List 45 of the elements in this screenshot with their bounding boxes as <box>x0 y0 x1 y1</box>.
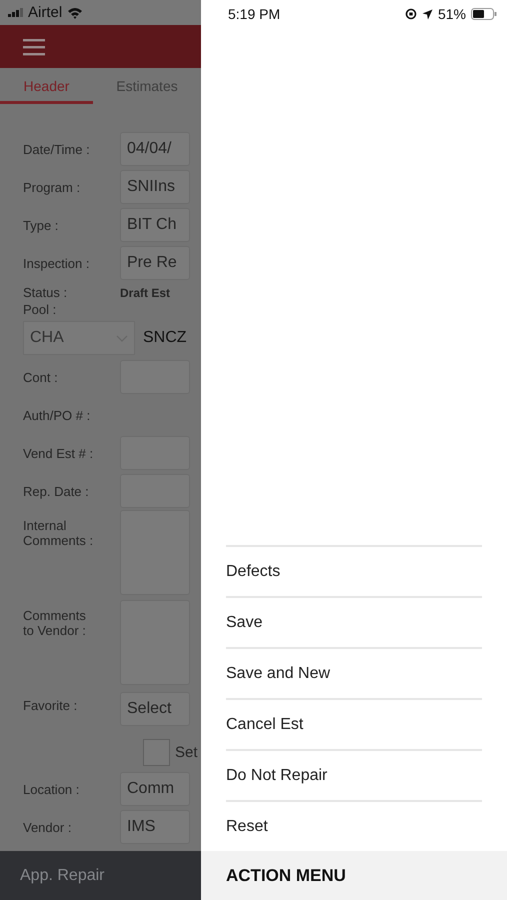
bottom-bar-title: App. Repair <box>20 866 104 884</box>
field-label: Rep. Date : <box>22 484 90 498</box>
favorite-dropdown[interactable]: Select <box>120 692 190 726</box>
menu-item[interactable]: Save and New <box>226 649 482 700</box>
field-label: Internal Comments : <box>22 517 94 548</box>
field-label: Comments to Vendor : <box>22 607 87 638</box>
tab[interactable]: Header <box>0 68 93 104</box>
battery-icon <box>471 8 497 20</box>
field-label: Favorite : <box>22 697 78 713</box>
signal-icon <box>8 8 23 17</box>
menu-item[interactable]: Cancel Est <box>226 700 482 751</box>
location-arrow-icon <box>422 8 433 20</box>
battery-percent: 51% <box>438 6 466 22</box>
menu-icon[interactable] <box>23 38 45 56</box>
status-time: 5:19 PM <box>228 6 280 22</box>
field-label: Type : <box>22 218 60 232</box>
input-field[interactable]: Comm <box>120 772 190 806</box>
field-label: Auth/PO # : <box>22 408 92 422</box>
pool-code: SNCZ <box>142 329 187 347</box>
checkbox[interactable] <box>143 738 170 766</box>
menu-item[interactable]: Save <box>226 598 482 649</box>
menu-item[interactable]: Reset <box>226 802 482 851</box>
field-label: Pool : <box>22 300 58 318</box>
field-label: Date/Time : <box>22 142 91 156</box>
input-field[interactable]: Pre Re <box>120 246 190 280</box>
menu-item[interactable]: Defects <box>226 547 482 598</box>
rotation-lock-icon <box>404 8 417 20</box>
carrier-name: Airtel <box>28 4 62 21</box>
checkbox-label: Set <box>175 744 198 760</box>
input-field[interactable]: BIT Ch <box>120 208 190 242</box>
field-label: Program : <box>22 180 82 194</box>
menu-item[interactable]: Do Not Repair <box>226 751 482 802</box>
input-field[interactable]: SNIIns <box>120 170 190 204</box>
input-field[interactable]: 04/04/ <box>120 132 190 166</box>
field-label: Cont : <box>22 370 59 384</box>
input-field[interactable]: IMS <box>120 810 190 844</box>
field-label: Status : <box>22 285 68 300</box>
action-menu-title: ACTION MENU <box>226 866 346 886</box>
pool-dropdown[interactable]: CHA <box>23 321 135 355</box>
status-value: Draft Est <box>120 286 170 300</box>
wifi-icon <box>67 6 84 18</box>
field-label: Location : <box>22 782 80 796</box>
field-label: Vend Est # : <box>22 446 94 460</box>
field-label: Vendor : <box>22 820 72 834</box>
field-label: Inspection : <box>22 256 90 270</box>
